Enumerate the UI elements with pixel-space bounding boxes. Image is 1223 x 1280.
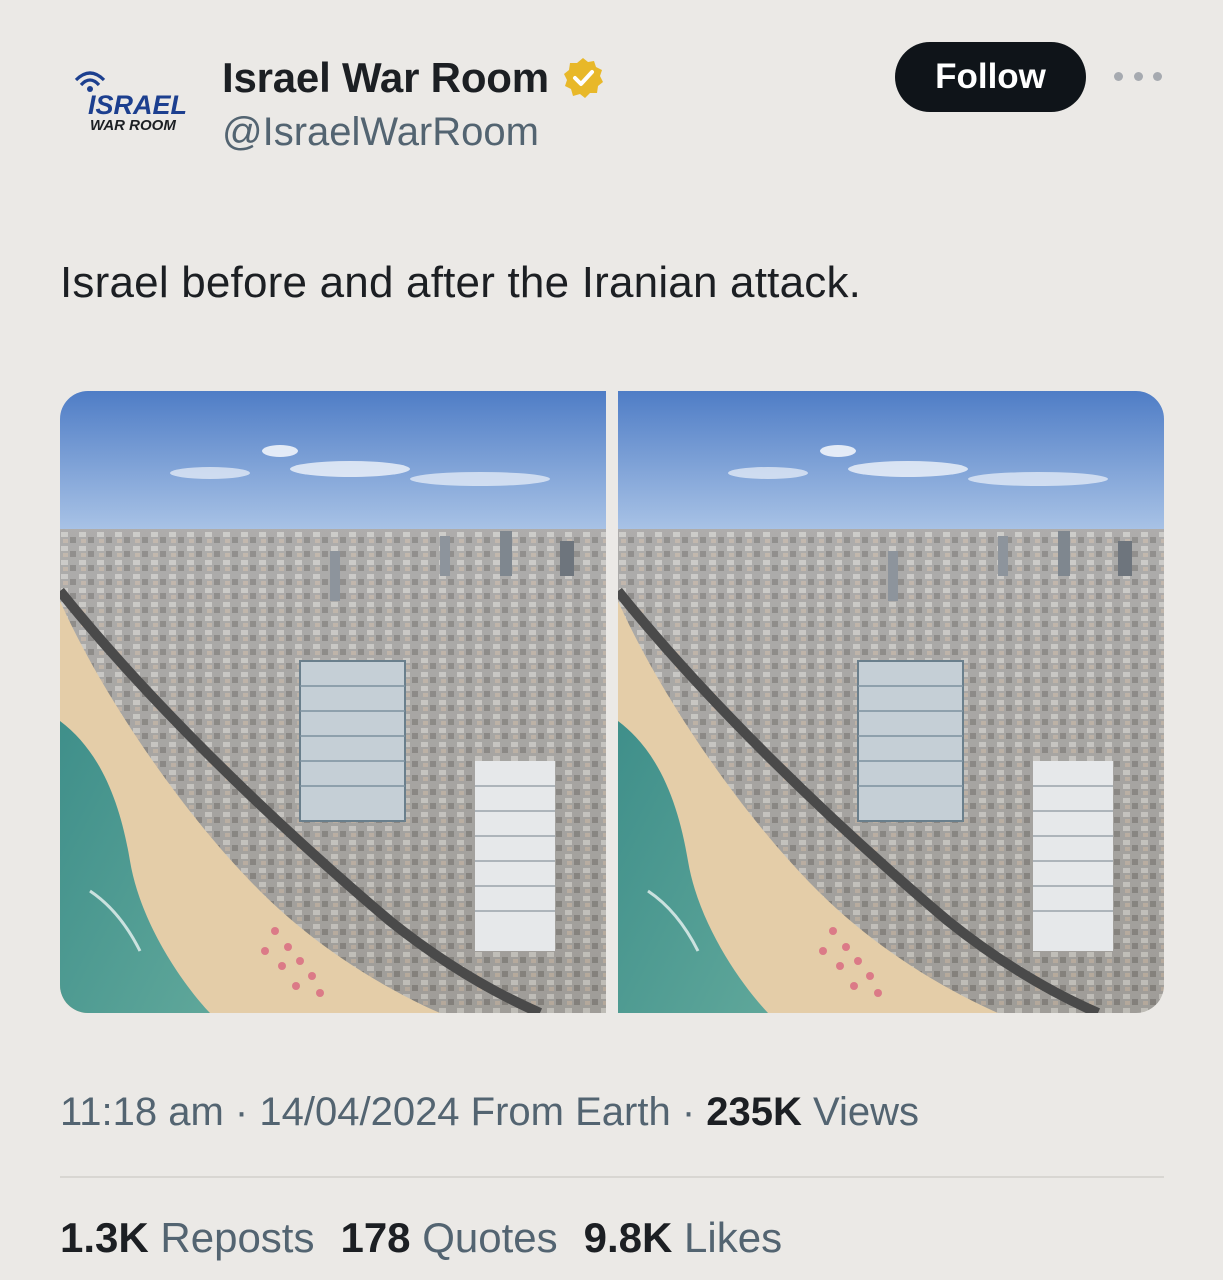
reposts-count: 1.3K xyxy=(60,1214,149,1261)
tweet-media xyxy=(60,391,1164,1013)
logo-text-top: ISRAEL xyxy=(88,90,187,120)
tweet-location: From Earth xyxy=(459,1090,671,1134)
separator: · xyxy=(223,1090,260,1134)
dot xyxy=(1133,71,1143,81)
divider xyxy=(60,1176,1164,1178)
separator: · xyxy=(670,1090,707,1134)
avatar[interactable]: ISRAEL WAR ROOM xyxy=(60,58,200,150)
engagement-stats: 1.3K Reposts 178 Quotes 9.8K Likes xyxy=(60,1214,782,1262)
aerial-city-beach-photo-icon xyxy=(60,391,606,1013)
likes-stat[interactable]: 9.8K Likes xyxy=(584,1214,782,1262)
views-label: Views xyxy=(801,1090,919,1134)
tweet-meta: 11:18 am · 14/04/2024 From Earth · 235K … xyxy=(60,1090,919,1135)
display-name[interactable]: Israel War Room xyxy=(222,54,549,102)
photo-after[interactable] xyxy=(618,391,1164,1013)
account-handle[interactable]: @IsraelWarRoom xyxy=(222,110,605,155)
verified-badge-icon[interactable] xyxy=(561,56,605,100)
reposts-label: Reposts xyxy=(160,1214,315,1261)
israel-war-room-logo: ISRAEL WAR ROOM xyxy=(74,71,187,134)
tweet-time[interactable]: 11:18 am xyxy=(60,1090,224,1134)
dot xyxy=(1114,71,1123,81)
views-count: 235K xyxy=(706,1090,802,1134)
quotes-count: 178 xyxy=(340,1214,411,1261)
logo-text-bottom: WAR ROOM xyxy=(90,117,176,134)
follow-button[interactable]: Follow xyxy=(895,42,1086,112)
account-header: Israel War Room @IsraelWarRoom xyxy=(222,50,605,155)
more-options-icon[interactable] xyxy=(1114,66,1162,86)
likes-count: 9.8K xyxy=(583,1214,673,1261)
quotes-label: Quotes xyxy=(422,1214,558,1261)
tweet-text: Israel before and after the Iranian atta… xyxy=(60,258,862,307)
quotes-stat[interactable]: 178 Quotes xyxy=(340,1214,557,1262)
likes-label: Likes xyxy=(684,1214,783,1261)
aerial-city-beach-photo-icon xyxy=(618,391,1164,1013)
photo-before[interactable] xyxy=(60,391,606,1013)
tweet-date[interactable]: 14/04/2024 xyxy=(259,1090,459,1134)
reposts-stat[interactable]: 1.3K Reposts xyxy=(60,1214,314,1262)
dot xyxy=(1153,71,1162,81)
